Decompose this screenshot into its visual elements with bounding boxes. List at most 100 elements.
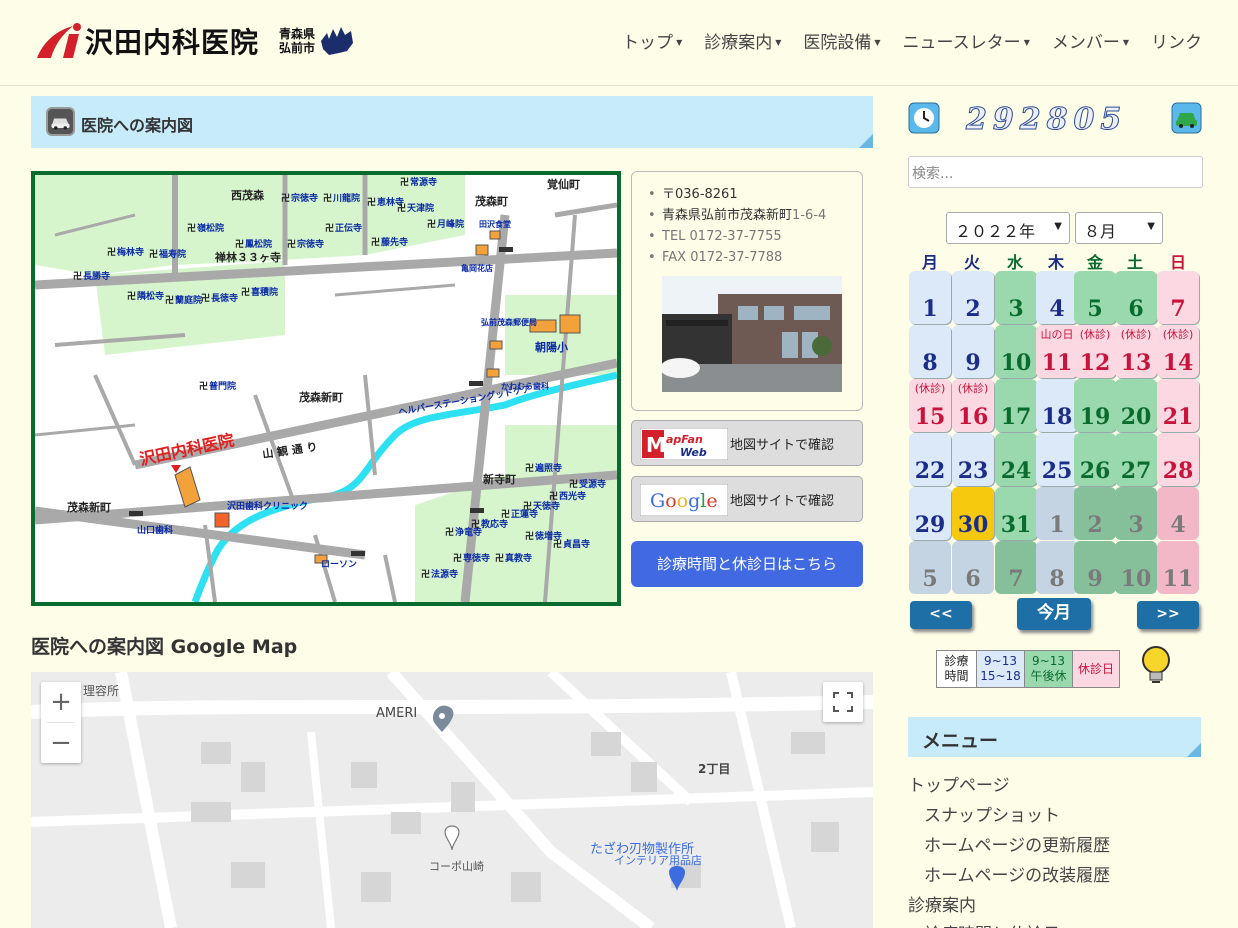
google-map-title: 医院への案内図 Google Map — [31, 636, 298, 658]
temple-icon: 卍 — [199, 381, 208, 392]
temple-label: 法源寺 — [431, 568, 458, 580]
calendar-day[interactable]: 31 — [995, 487, 1037, 540]
temple-label: 正伝寺 — [335, 222, 362, 234]
hours-button[interactable]: 診療時間と休診日はこちら — [631, 541, 863, 587]
calendar-day[interactable]: 27 — [1115, 433, 1157, 486]
guide-map-drawing: 西茂森 茂森町 覚仙町 禅林３３ヶ寺 茂森新町 茂森新町 新寺町 山 観 通 り… — [35, 175, 617, 602]
gmap-label-district: 2丁目 — [698, 762, 731, 776]
prev-month-button[interactable]: << — [910, 601, 972, 629]
calendar-day[interactable]: 10 — [1115, 541, 1157, 594]
day-number: 5 — [922, 566, 938, 592]
weekday-label: 火 — [963, 253, 980, 272]
nav-top[interactable]: トップ ▼ — [622, 28, 682, 53]
calendar-day[interactable]: 17 — [995, 379, 1037, 432]
calendar-day[interactable]: 24 — [995, 433, 1037, 486]
menu-item-redesign-history[interactable]: ホームページの改装履歴 — [924, 861, 1110, 886]
temple-icon: 卍 — [525, 531, 534, 542]
calendar-day[interactable]: 5 — [909, 541, 951, 594]
calendar-day[interactable]: 2 — [952, 271, 994, 324]
legend-title: 診療時間 — [937, 651, 977, 687]
google-map-button[interactable]: Google 地図サイトで確認 — [631, 476, 863, 522]
day-number: 6 — [965, 566, 981, 592]
year-select[interactable]: ２０２２年 ▼ — [946, 212, 1070, 244]
gmap-label-corpo: コーポ山崎 — [429, 860, 484, 873]
calendar-day[interactable]: 20 — [1115, 379, 1157, 432]
calendar-day[interactable]: 3 — [1115, 487, 1157, 540]
calendar-day[interactable]: 4 — [1036, 271, 1078, 324]
current-month-button[interactable]: 今月 — [1017, 598, 1091, 630]
year-chevron-down-icon: ▼ — [1054, 221, 1062, 232]
calendar-day[interactable]: 山の日 11 — [1036, 325, 1078, 378]
zoom-in-button[interactable]: + — [41, 682, 81, 722]
calendar-day[interactable]: 19 — [1074, 379, 1116, 432]
calendar-day[interactable]: 4 — [1157, 487, 1199, 540]
logo-title: 沢田内科医院 — [85, 26, 260, 59]
map-label-sawada-dental: 沢田歯科クリニック — [227, 500, 308, 512]
calendar-day[interactable]: (休診) 12 — [1074, 325, 1116, 378]
calendar-day[interactable]: 23 — [952, 433, 994, 486]
calendar-day[interactable]: 22 — [909, 433, 951, 486]
calendar-day[interactable]: 9 — [1074, 541, 1116, 594]
calendar-day[interactable]: 18 — [1036, 379, 1078, 432]
calendar-day[interactable]: 8 — [909, 325, 951, 378]
calendar-day[interactable]: 25 — [1036, 433, 1078, 486]
legend-closed: 休診日 — [1073, 651, 1119, 687]
menu-item-snapshot[interactable]: スナップショット — [924, 801, 1060, 826]
site-logo[interactable]: 沢田内科医院 青森県 弘前市 — [33, 20, 355, 62]
calendar-day[interactable]: 11 — [1157, 541, 1199, 594]
calendar-day-today[interactable]: 30 — [952, 487, 994, 540]
nav-medical-info[interactable]: 診療案内 ▼ — [704, 28, 781, 53]
menu-item-hours[interactable]: 診療時間と休診日 — [924, 920, 1060, 928]
day-number: 10 — [1120, 566, 1152, 592]
calendar-day[interactable]: 26 — [1074, 433, 1116, 486]
calendar-day[interactable]: 9 — [952, 325, 994, 378]
temple-icon: 卍 — [323, 193, 332, 204]
nav-facilities[interactable]: 医院設備 ▼ — [803, 28, 880, 53]
day-number: 7 — [1008, 566, 1024, 592]
zoom-out-button[interactable]: − — [41, 723, 81, 763]
green-car-icon — [1171, 102, 1202, 134]
calendar-day[interactable]: (休診) 14 — [1157, 325, 1199, 378]
mapfan-button[interactable]: M apFan Web 地図サイトで確認 — [631, 420, 863, 466]
nav-links[interactable]: リンク — [1151, 28, 1202, 53]
search-input[interactable]: 検索... — [908, 156, 1203, 188]
calendar-day[interactable]: (休診) 15 — [909, 379, 951, 432]
menu-item-top-page[interactable]: トップページ — [908, 771, 1010, 796]
day-note: (休診) — [957, 382, 989, 395]
day-note: (休診) — [914, 382, 946, 395]
nav-members[interactable]: メンバー ▼ — [1052, 28, 1129, 53]
menu-item-update-history[interactable]: ホームページの更新履歴 — [924, 831, 1110, 856]
nav-newsletter[interactable]: ニュースレター ▼ — [903, 28, 1030, 53]
calendar-day[interactable]: 21 — [1157, 379, 1199, 432]
calendar-day[interactable]: 6 — [1115, 271, 1157, 324]
calendar-day[interactable]: 7 — [995, 541, 1037, 594]
calendar-day[interactable]: 1 — [1036, 487, 1078, 540]
menu-item-medical-info[interactable]: 診療案内 — [908, 891, 976, 916]
fullscreen-button[interactable] — [823, 682, 863, 722]
calendar-day[interactable]: 28 — [1157, 433, 1199, 486]
calendar-day[interactable]: (休診) 13 — [1115, 325, 1157, 378]
calendar-day[interactable]: 7 — [1157, 271, 1199, 324]
calendar-day[interactable]: 8 — [1036, 541, 1078, 594]
google-map-embed[interactable]: + − 理容所 AMERI 2丁目 コーポ山崎 たざわ刃物製作所 インテリア用品… — [31, 672, 873, 928]
weekday-label: 木 — [1047, 253, 1064, 272]
site-header: 沢田内科医院 青森県 弘前市 トップ ▼ 診療案内 ▼ 医院設備 ▼ ニュースレター ▼… — [0, 0, 1238, 86]
calendar-day[interactable]: 3 — [995, 271, 1037, 324]
temple-icon: 卍 — [525, 463, 534, 474]
temple-icon: 卍 — [553, 539, 562, 550]
calendar-day[interactable]: 1 — [909, 271, 951, 324]
calendar-day[interactable]: 29 — [909, 487, 951, 540]
day-number: 13 — [1120, 350, 1152, 376]
calendar-day[interactable]: 2 — [1074, 487, 1116, 540]
calendar-day[interactable]: (休診) 16 — [952, 379, 994, 432]
day-note: 山の日 — [1040, 328, 1074, 341]
postal-code: 〒036-8261 — [648, 184, 826, 205]
street-address: 青森県弘前市茂森新町1-6-4 — [648, 205, 826, 226]
calendar-day[interactable]: 10 — [995, 325, 1037, 378]
calendar-day[interactable]: 6 — [952, 541, 994, 594]
month-select[interactable]: ８月 ▼ — [1075, 212, 1163, 244]
calendar-day[interactable]: 5 — [1074, 271, 1116, 324]
next-month-button[interactable]: >> — [1137, 601, 1199, 629]
temple-icon: 卍 — [453, 553, 462, 564]
weekday-label: 土 — [1126, 253, 1143, 272]
